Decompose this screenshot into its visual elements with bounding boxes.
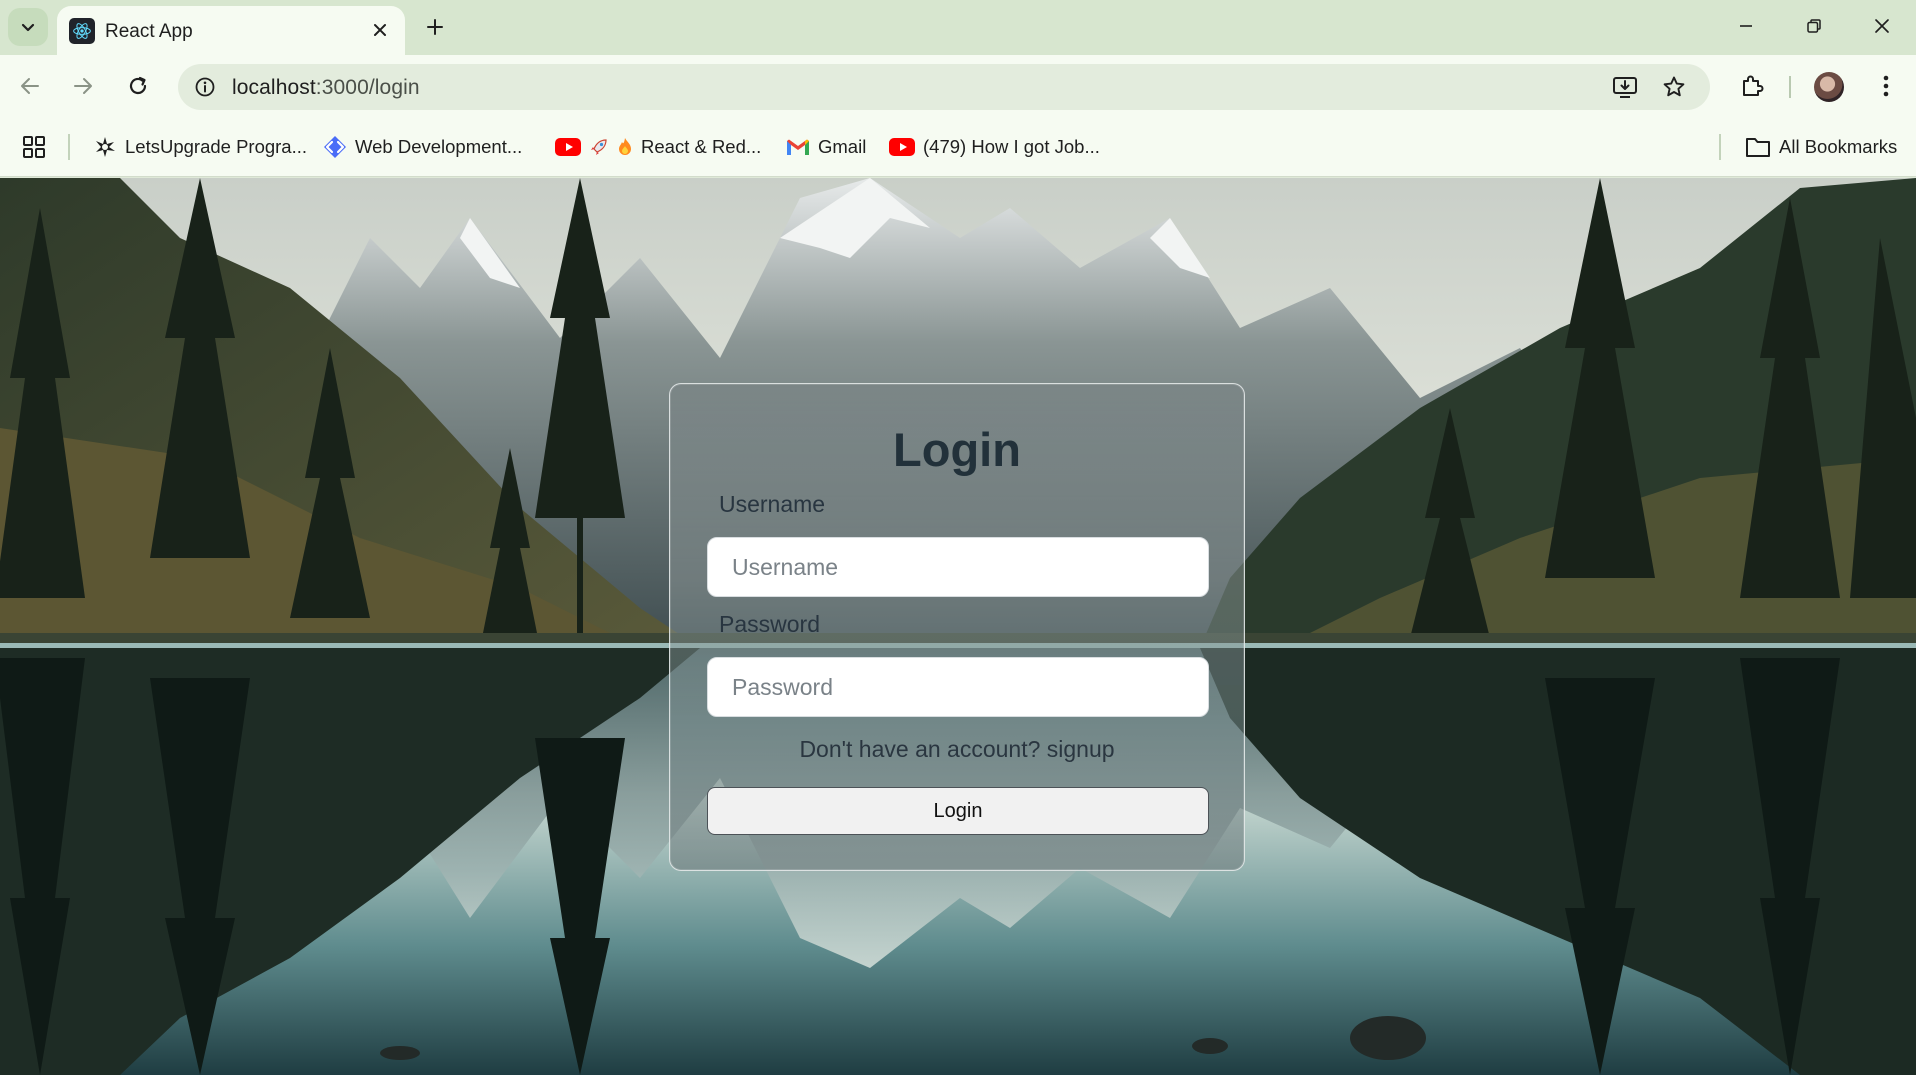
- profile-avatar[interactable]: [1814, 72, 1844, 102]
- forward-button[interactable]: [63, 66, 103, 106]
- chevron-down-icon: [21, 23, 35, 32]
- youtube-icon: [555, 138, 581, 156]
- url-text: localhost:3000/login: [232, 76, 420, 100]
- web-dev-icon: [323, 135, 347, 159]
- plus-icon: [427, 19, 443, 35]
- gmail-icon: [786, 138, 810, 156]
- restore-icon: [1807, 19, 1821, 33]
- install-app-button[interactable]: [1609, 72, 1641, 102]
- username-label: Username: [719, 491, 826, 517]
- bookmarks-divider: [68, 134, 70, 160]
- install-app-icon: [1613, 77, 1637, 98]
- apps-button[interactable]: [22, 133, 46, 161]
- login-card: Login Username Password Don't have an ac…: [669, 383, 1245, 871]
- url-host: localhost: [232, 76, 316, 99]
- signup-prompt-text: Don't have an account?: [799, 736, 1041, 762]
- tab-search-button[interactable]: [8, 8, 48, 46]
- minimize-button[interactable]: [1720, 6, 1772, 46]
- bookmark-web-development[interactable]: Web Development...: [323, 133, 522, 161]
- reload-button[interactable]: [118, 66, 158, 106]
- signup-link[interactable]: signup: [1047, 736, 1115, 762]
- browser-toolbar: localhost:3000/login: [0, 55, 1916, 117]
- arrow-left-icon: [21, 78, 39, 94]
- fire-icon: [619, 138, 631, 155]
- toolbar-divider: [1789, 76, 1791, 98]
- address-bar[interactable]: localhost:3000/login: [178, 64, 1710, 110]
- close-icon: [1875, 19, 1889, 33]
- username-input[interactable]: [707, 537, 1209, 597]
- youtube-icon: [889, 138, 915, 156]
- url-path: :3000/login: [315, 76, 420, 99]
- close-window-button[interactable]: [1856, 6, 1908, 46]
- kebab-menu-icon: [1883, 75, 1889, 97]
- signup-prompt: Don't have an account? signup: [670, 736, 1244, 763]
- active-tab[interactable]: React App: [57, 6, 405, 55]
- rocket-icon: [591, 139, 607, 155]
- bookmarks-bar: LetsUpgrade Progra... Web Development...…: [0, 117, 1916, 177]
- back-button[interactable]: [10, 66, 50, 106]
- folder-icon: [1745, 136, 1771, 158]
- bookmarks-divider: [1719, 134, 1721, 160]
- arrow-right-icon: [74, 78, 92, 94]
- password-label: Password: [719, 611, 820, 637]
- bookmark-letsupgrade[interactable]: LetsUpgrade Progra...: [93, 133, 307, 161]
- login-button[interactable]: Login: [707, 787, 1209, 835]
- extensions-button[interactable]: [1734, 68, 1770, 104]
- tab-strip: React App: [0, 0, 1916, 55]
- site-info-button[interactable]: [190, 72, 220, 102]
- password-input[interactable]: [707, 657, 1209, 717]
- login-title: Login: [893, 423, 1021, 476]
- info-icon: [195, 77, 215, 97]
- reload-icon: [129, 76, 147, 95]
- bookmark-star-button[interactable]: [1658, 72, 1690, 102]
- all-bookmarks-button[interactable]: All Bookmarks: [1745, 133, 1897, 161]
- youtube-rocket-fire-icon: [555, 137, 633, 157]
- restore-button[interactable]: [1788, 6, 1840, 46]
- puzzle-icon: [1743, 75, 1764, 96]
- bookmark-how-i-got-job[interactable]: (479) How I got Job...: [889, 133, 1100, 161]
- close-icon: [374, 24, 386, 36]
- new-tab-button[interactable]: [418, 10, 452, 44]
- minimize-icon: [1740, 25, 1752, 27]
- bookmark-react-redux[interactable]: React & Red...: [555, 133, 761, 161]
- tab-close-button[interactable]: [365, 15, 395, 45]
- page-viewport: Login Username Password Don't have an ac…: [0, 178, 1916, 1075]
- apps-grid-icon: [23, 136, 45, 158]
- letsupgrade-icon: [93, 135, 117, 159]
- react-icon: [69, 18, 95, 44]
- star-icon: [1663, 76, 1685, 97]
- browser-menu-button[interactable]: [1868, 68, 1904, 104]
- bookmark-gmail[interactable]: Gmail: [786, 133, 866, 161]
- tab-title: React App: [105, 21, 193, 42]
